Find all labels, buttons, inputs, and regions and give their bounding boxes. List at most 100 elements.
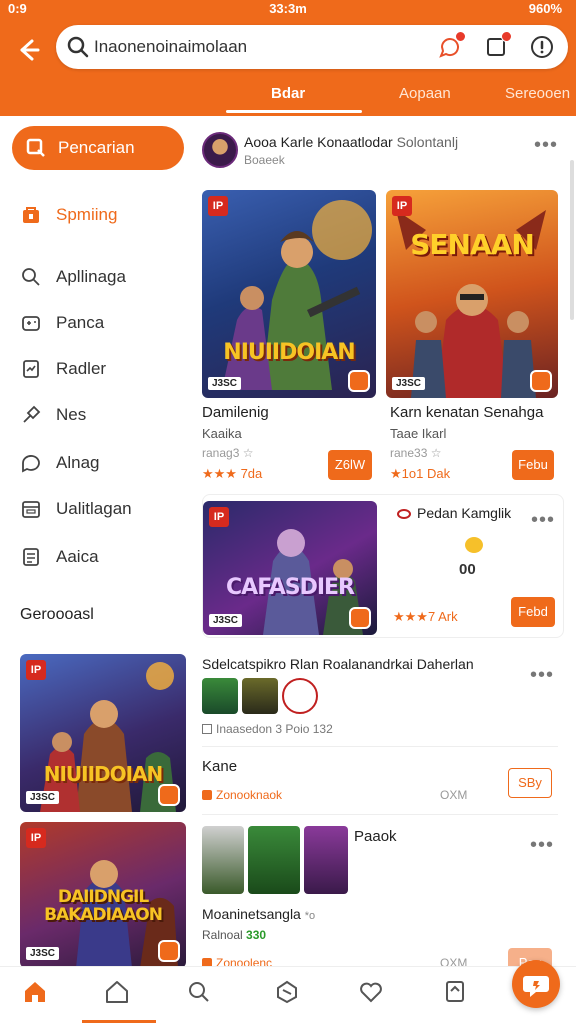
list-item-subtitle: Moaninetsangla *o <box>202 906 315 922</box>
feed-title-main: Aooa Karle Konaatlodar <box>244 134 393 150</box>
card-title: Karn kenatan Senahga <box>390 404 544 421</box>
publisher-logo: IP <box>209 507 229 527</box>
message-box-icon[interactable] <box>484 31 512 59</box>
tab-aopaan[interactable]: Aopaan <box>399 85 451 102</box>
sidebar-item-label: Spmiing <box>56 205 118 224</box>
pin-icon <box>20 404 42 431</box>
card-rating: ★★★7 Ark <box>393 609 458 624</box>
list-item-meta-text: Zonooknaok <box>216 788 283 802</box>
heart-icon[interactable] <box>358 979 386 1007</box>
coin-icon <box>465 537 483 553</box>
more-options-icon[interactable]: ••• <box>530 834 554 857</box>
tag-icon <box>202 790 212 800</box>
sidebar-item-alnag[interactable]: Alnag <box>20 448 190 478</box>
card-action-button[interactable]: Febu <box>512 450 554 480</box>
search-input[interactable] <box>94 34 424 60</box>
home-outline-icon[interactable] <box>104 979 132 1007</box>
list-item-meta: Ralnoal 330 <box>202 928 266 942</box>
chat-notification-icon[interactable] <box>438 31 466 59</box>
list-item-title: Sdelcatspikro Rlan Roalanandrkai Daherla… <box>202 656 474 672</box>
game-card[interactable]: IP NIUIIDOIAN J3SC Damilenig Kaaika rana… <box>202 190 376 490</box>
sidebar-item-label: Aaica <box>56 547 99 566</box>
age-rating-label: J3SC <box>392 377 426 390</box>
calendar-icon <box>20 498 42 525</box>
active-tab-indicator <box>226 110 362 113</box>
message-badge <box>501 31 512 42</box>
chat-icon <box>20 452 42 479</box>
sidebar-item-label: Nes <box>56 405 87 424</box>
sidebar-item-radler[interactable]: Radler <box>20 354 190 384</box>
list-icon <box>20 546 42 573</box>
home-icon[interactable] <box>22 979 50 1007</box>
sidebar-item-panca[interactable]: Panca <box>20 308 190 338</box>
list-item-meta: Zonooknaok <box>202 788 282 802</box>
chat-fab-button[interactable] <box>512 960 560 1008</box>
list-item[interactable]: Sdelcatspikro Rlan Roalanandrkai Daherla… <box>202 652 562 742</box>
thumbnail[interactable] <box>202 678 238 714</box>
featured-card[interactable]: IP CAFASDIER J3SC Pedan Kamglik ••• 00 ★… <box>202 494 564 638</box>
sidebar-item-label: Apllinaga <box>56 267 126 286</box>
game-cover[interactable]: IP CAFASDIER J3SC <box>203 501 377 635</box>
search-icon <box>20 266 42 293</box>
sidebar-item-spmiing[interactable]: Spmiing <box>20 200 190 230</box>
list-item-meta-text: Ralnoal <box>202 928 243 942</box>
document-icon <box>20 358 42 385</box>
card-action-button[interactable]: Febd <box>511 597 555 627</box>
sidebar-item-nes[interactable]: Nes <box>20 400 190 430</box>
game-cover[interactable]: IP NIUIIDOIAN J3SC <box>202 190 376 398</box>
favorite-badge-icon[interactable] <box>349 607 371 629</box>
chat-bubble-icon <box>523 976 549 997</box>
game-cover[interactable]: IP NIUIIDOIAN J3SC <box>20 654 186 812</box>
back-arrow-icon[interactable] <box>14 36 42 64</box>
app-header: 0:9 33:3m 960% Bdar Aopaan Sereooen <box>0 0 576 116</box>
game-cover[interactable]: IP DAIIDNGIL BAKADIAAON J3SC <box>20 822 186 968</box>
divider <box>202 814 558 815</box>
more-options-icon[interactable]: ••• <box>534 134 558 157</box>
tab-bdar[interactable]: Bdar <box>271 85 305 102</box>
favorite-badge-icon[interactable] <box>158 784 180 806</box>
compass-icon[interactable] <box>274 979 302 1007</box>
list-item[interactable]: Paaok ••• Moaninetsangla *o Ralnoal 330 … <box>202 822 562 978</box>
search-cta-button[interactable]: Pencarian <box>12 126 184 170</box>
notes-icon[interactable] <box>442 979 470 1007</box>
card-meta: rane33 ☆ <box>390 446 442 460</box>
list-item-button[interactable]: SBy <box>508 768 552 798</box>
tab-sereooen[interactable]: Sereooen <box>505 85 570 102</box>
more-options-icon[interactable]: ••• <box>530 664 554 687</box>
list-item-meta-text: Inaasedon 3 Poio 132 <box>216 722 333 736</box>
cover-headline: DAIIDNGIL BAKADIAAON <box>44 887 163 925</box>
card-action-button[interactable]: Z6lW <box>328 450 372 480</box>
scrollbar[interactable] <box>570 160 574 320</box>
list-item-subtitle-text: Moaninetsangla <box>202 906 301 922</box>
info-icon[interactable] <box>530 35 554 59</box>
more-options-icon[interactable]: ••• <box>531 509 555 532</box>
thumbnail[interactable] <box>248 826 300 894</box>
nav-active-indicator <box>82 1020 156 1023</box>
gamepad-icon <box>20 312 42 339</box>
favorite-badge-icon[interactable] <box>530 370 552 392</box>
favorite-badge-icon[interactable] <box>348 370 370 392</box>
hero-illustration <box>222 200 372 390</box>
favorite-badge-icon[interactable] <box>158 940 180 962</box>
game-cover[interactable]: IP SENAAN J3SC <box>386 190 558 398</box>
thumbnail[interactable] <box>282 678 318 714</box>
sidebar-item-ualitlagan[interactable]: Ualitlagan <box>20 494 190 524</box>
thumbnail[interactable] <box>202 826 244 894</box>
calendar-icon <box>202 724 212 734</box>
list-item[interactable]: Kane Zonooknaok OXM SBy <box>202 752 562 812</box>
avatar[interactable] <box>202 132 238 168</box>
sidebar-item-label: Alnag <box>56 453 100 472</box>
sidebar-item-label: Ualitlagan <box>56 499 132 518</box>
thumbnail[interactable] <box>304 826 348 894</box>
sidebar-item-apllinaga[interactable]: Apllinaga <box>20 262 190 292</box>
thumbnail[interactable] <box>242 678 278 714</box>
game-card[interactable]: IP SENAAN J3SC Karn kenatan Senahga Taae… <box>386 190 558 490</box>
search-bar[interactable] <box>56 25 568 69</box>
list-item-meta: Inaasedon 3 Poio 132 <box>202 722 333 736</box>
card-subtitle: Kaaika <box>202 426 242 441</box>
search-icon[interactable] <box>186 979 214 1007</box>
publisher-logo: IP <box>26 660 46 680</box>
search-icon <box>66 35 90 64</box>
sidebar-item-aaica[interactable]: Aaica <box>20 542 190 572</box>
search-cta-label: Pencarian <box>58 138 135 157</box>
